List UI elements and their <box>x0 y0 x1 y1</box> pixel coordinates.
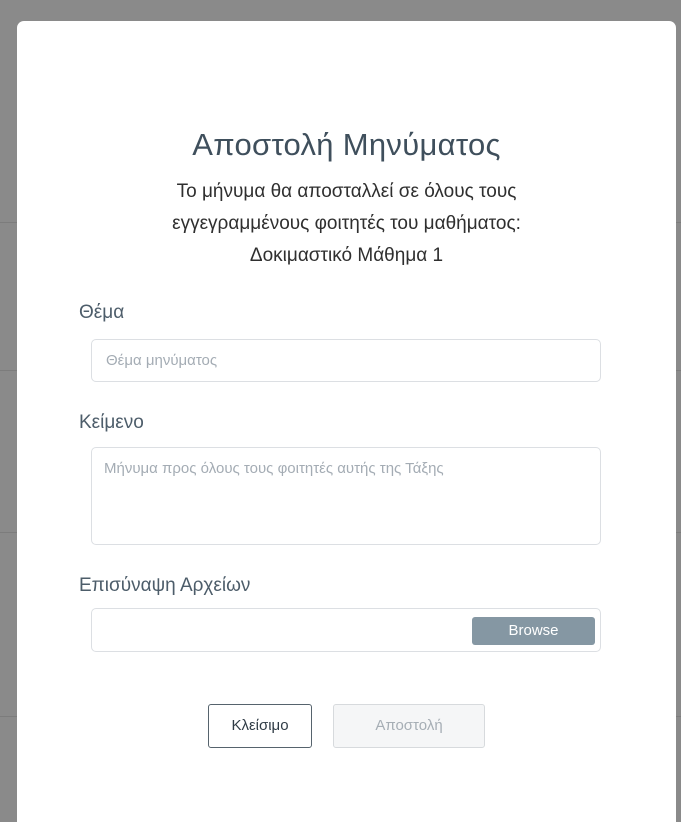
browse-button[interactable]: Browse <box>472 617 595 645</box>
message-body-textarea[interactable] <box>91 447 601 545</box>
description-line: Το μήνυμα θα αποσταλλεί σε όλους τους <box>176 181 517 202</box>
send-button[interactable]: Αποστολή <box>333 704 485 748</box>
send-message-dialog: Αποστολή Μηνύματος Το μήνυμα θα αποσταλλ… <box>17 21 676 822</box>
description-line: εγγεγραμμένους φοιτητές του μαθήματος: <box>172 213 521 234</box>
dialog-description: Το μήνυμα θα αποσταλλεί σε όλους τους εγ… <box>77 176 616 272</box>
file-attachment-input[interactable]: Browse <box>91 608 601 652</box>
close-button[interactable]: Κλείσιμο <box>208 704 312 748</box>
body-label: Κείμενο <box>79 412 144 433</box>
dialog-title: Αποστολή Μηνύματος <box>192 127 501 162</box>
subject-input[interactable] <box>91 339 601 382</box>
attachments-label: Επισύναψη Αρχείων <box>79 575 251 596</box>
subject-label: Θέμα <box>79 302 125 323</box>
course-name: Δοκιμαστικό Μάθημα 1 <box>249 245 444 266</box>
